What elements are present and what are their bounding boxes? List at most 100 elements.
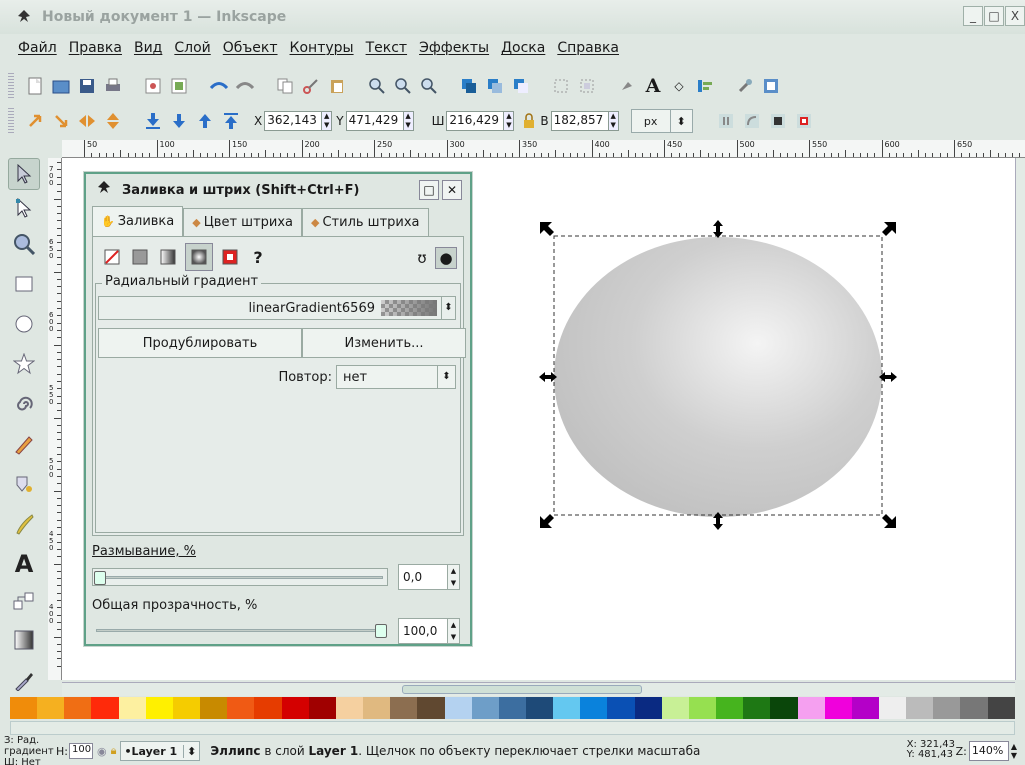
vertical-ruler[interactable]: 700 650 600 550 500 450 400	[48, 158, 62, 680]
lock-layer-icon[interactable]: 🔒︎	[111, 744, 117, 758]
palette-swatch[interactable]	[797, 697, 825, 719]
palette-swatch[interactable]	[281, 697, 309, 719]
palette-swatch[interactable]	[879, 697, 907, 719]
palette-swatch[interactable]	[933, 697, 961, 719]
preferences-icon[interactable]	[734, 75, 756, 97]
connector-tool-icon[interactable]	[8, 586, 40, 618]
y-input[interactable]: 471,429	[345, 111, 404, 131]
menu-text[interactable]: Текст	[366, 40, 407, 56]
selector-tool-icon[interactable]	[8, 158, 40, 190]
palette-swatch[interactable]	[553, 697, 581, 719]
star-tool-icon[interactable]	[8, 348, 40, 380]
tab-stroke-style[interactable]: ◆ Стиль штриха	[302, 208, 429, 236]
palette-swatch[interactable]	[498, 697, 526, 719]
opacity-status-input[interactable]: 100	[68, 743, 93, 759]
zoom-drawing-icon[interactable]	[392, 75, 414, 97]
zoom-tool-icon[interactable]	[8, 228, 40, 260]
palette-swatch[interactable]	[743, 697, 771, 719]
undo-icon[interactable]	[208, 75, 230, 97]
rectangle-tool-icon[interactable]	[8, 268, 40, 300]
dialog-titlebar[interactable]: Заливка и штрих (Shift+Ctrl+F)	[86, 174, 470, 206]
menu-whiteboard[interactable]: Доска	[501, 40, 545, 56]
text-font-icon[interactable]: A	[642, 75, 664, 97]
tab-stroke-paint[interactable]: ◆ Цвет штриха	[183, 208, 303, 236]
copy-icon[interactable]	[274, 75, 296, 97]
raise-icon[interactable]	[194, 110, 216, 132]
spiral-tool-icon[interactable]	[8, 388, 40, 420]
ellipse-tool-icon[interactable]	[8, 308, 40, 340]
menu-path[interactable]: Контуры	[290, 40, 354, 56]
align-distribute-icon[interactable]	[694, 75, 716, 97]
units-dropdown-arrow-icon[interactable]: ⬍	[670, 109, 693, 133]
no-paint-icon[interactable]	[101, 246, 123, 268]
import-icon[interactable]	[142, 75, 164, 97]
palette-swatch[interactable]	[64, 697, 92, 719]
palette-swatch[interactable]	[580, 697, 608, 719]
palette-swatch[interactable]	[770, 697, 798, 719]
menu-view[interactable]: Вид	[134, 40, 162, 56]
palette-swatch[interactable]	[906, 697, 934, 719]
lock-icon[interactable]	[518, 110, 540, 132]
menu-file[interactable]: Файл	[18, 40, 57, 56]
text-tool-icon[interactable]: A	[8, 548, 40, 580]
minimize-button[interactable]: _	[963, 6, 983, 26]
fill-rule-nonzero-icon[interactable]: ●	[435, 247, 457, 269]
palette-swatch[interactable]	[118, 697, 146, 719]
scale-corners-icon[interactable]	[741, 110, 763, 132]
palette-swatch[interactable]	[661, 697, 689, 719]
unlink-clone-icon[interactable]	[510, 75, 532, 97]
x-input[interactable]: 362,143	[264, 111, 323, 131]
palette-swatch[interactable]	[145, 697, 173, 719]
flat-color-icon[interactable]	[129, 246, 151, 268]
new-document-icon[interactable]	[24, 75, 46, 97]
paste-icon[interactable]	[326, 75, 348, 97]
palette-swatch[interactable]	[634, 697, 662, 719]
vertical-scrollbar[interactable]	[1015, 158, 1025, 680]
radial-gradient-icon[interactable]	[185, 243, 213, 271]
node-tool-icon[interactable]	[8, 192, 40, 224]
linear-gradient-icon[interactable]	[157, 246, 179, 268]
flip-vertical-icon[interactable]	[102, 110, 124, 132]
palette-swatch[interactable]	[987, 697, 1015, 719]
dialog-maximize-button[interactable]: □	[419, 180, 439, 200]
group-icon[interactable]	[550, 75, 572, 97]
tab-fill[interactable]: ✋ Заливка	[92, 206, 184, 236]
palette-swatch[interactable]	[960, 697, 988, 719]
blur-value-input[interactable]: 0,0	[398, 564, 448, 590]
save-icon[interactable]	[76, 75, 98, 97]
palette-swatch[interactable]	[363, 697, 391, 719]
toolbar-grip-2[interactable]	[8, 108, 14, 134]
redo-icon[interactable]	[234, 75, 256, 97]
pen-tool-icon[interactable]	[8, 468, 40, 500]
menu-effects[interactable]: Эффекты	[419, 40, 489, 56]
calligraphy-tool-icon[interactable]	[8, 508, 40, 540]
y-spinner[interactable]: ▲ ▼	[403, 111, 414, 131]
lower-icon[interactable]	[168, 110, 190, 132]
zoom-spinner[interactable]: ▲ ▼	[1011, 742, 1017, 760]
blur-slider-thumb[interactable]	[94, 571, 106, 585]
document-properties-icon[interactable]	[760, 75, 782, 97]
palette-swatch[interactable]	[525, 697, 554, 719]
width-spinner[interactable]: ▲ ▼	[504, 111, 515, 131]
menu-layer[interactable]: Слой	[174, 40, 210, 56]
scale-gradient-icon[interactable]	[767, 110, 789, 132]
palette-scrollbar[interactable]	[10, 721, 1015, 735]
rotate-cw-icon[interactable]	[50, 110, 72, 132]
menu-object[interactable]: Объект	[223, 40, 278, 56]
export-icon[interactable]	[168, 75, 190, 97]
duplicate-icon[interactable]	[458, 75, 480, 97]
opacity-slider-thumb[interactable]	[375, 624, 387, 638]
menu-help[interactable]: Справка	[557, 40, 619, 56]
zoom-input[interactable]: 140%	[968, 741, 1009, 761]
dialog-close-button[interactable]: ✕	[442, 180, 462, 200]
layer-select[interactable]: •Layer 1 ⬍	[120, 741, 201, 761]
scale-stroke-icon[interactable]	[715, 110, 737, 132]
palette-swatch[interactable]	[172, 697, 201, 719]
opacity-value-input[interactable]: 100,0	[398, 618, 448, 644]
edit-gradient-button[interactable]: Изменить...	[302, 328, 466, 358]
palette-swatch[interactable]	[607, 697, 635, 719]
palette-swatch[interactable]	[444, 697, 472, 719]
palette-swatch[interactable]	[688, 697, 717, 719]
palette-swatch[interactable]	[716, 697, 744, 719]
height-input[interactable]: 182,857	[550, 111, 609, 131]
